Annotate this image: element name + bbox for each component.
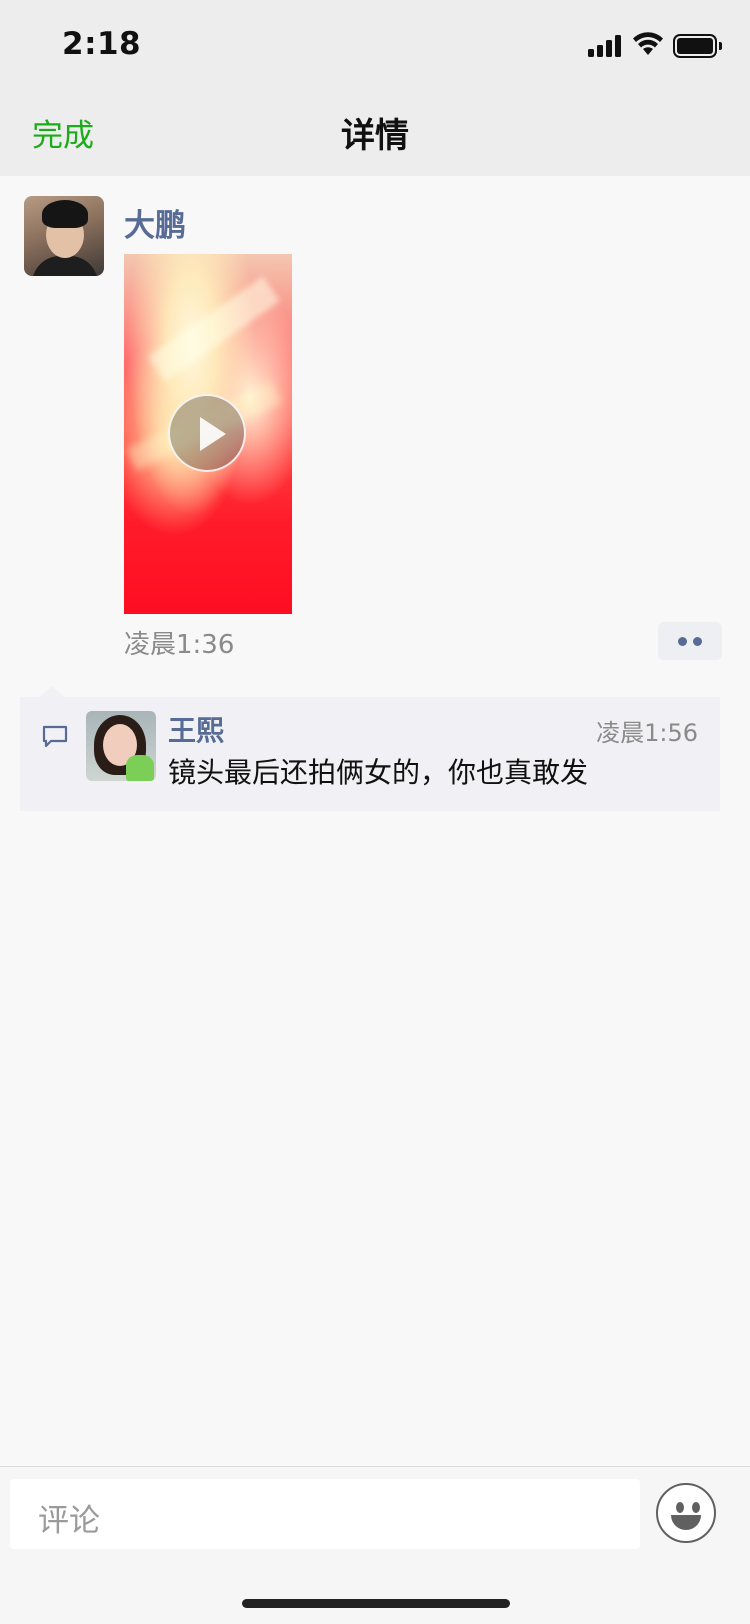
signal-icon <box>588 33 624 57</box>
commenter-avatar[interactable] <box>86 711 156 781</box>
battery-icon <box>673 34 722 58</box>
comment-icon <box>42 725 68 748</box>
comment-text[interactable]: 镜头最后还拍俩女的，你也真敢发 <box>168 751 588 791</box>
home-indicator <box>242 1599 510 1608</box>
more-actions-button[interactable] <box>658 622 722 660</box>
play-icon[interactable] <box>168 394 246 472</box>
emoji-icon[interactable] <box>656 1483 716 1543</box>
video-thumbnail[interactable] <box>124 254 292 614</box>
screen: 2:18 完成 详情 大鹏 凌晨1:36 王熙 凌晨1:56 镜头最后还拍俩女的… <box>0 0 750 1624</box>
comment-time: 凌晨1:56 <box>596 719 698 747</box>
top-bar: 2:18 完成 详情 <box>0 0 750 176</box>
comments-section: 王熙 凌晨1:56 镜头最后还拍俩女的，你也真敢发 <box>20 697 720 811</box>
comment-input[interactable]: 评论 <box>10 1479 640 1549</box>
wifi-icon <box>633 32 663 55</box>
page-title: 详情 <box>341 116 409 156</box>
comment-author[interactable]: 王熙 <box>168 709 224 749</box>
post-time: 凌晨1:36 <box>124 630 235 660</box>
post-author-name[interactable]: 大鹏 <box>124 200 186 245</box>
status-time: 2:18 <box>62 26 142 62</box>
author-avatar[interactable] <box>24 196 104 276</box>
